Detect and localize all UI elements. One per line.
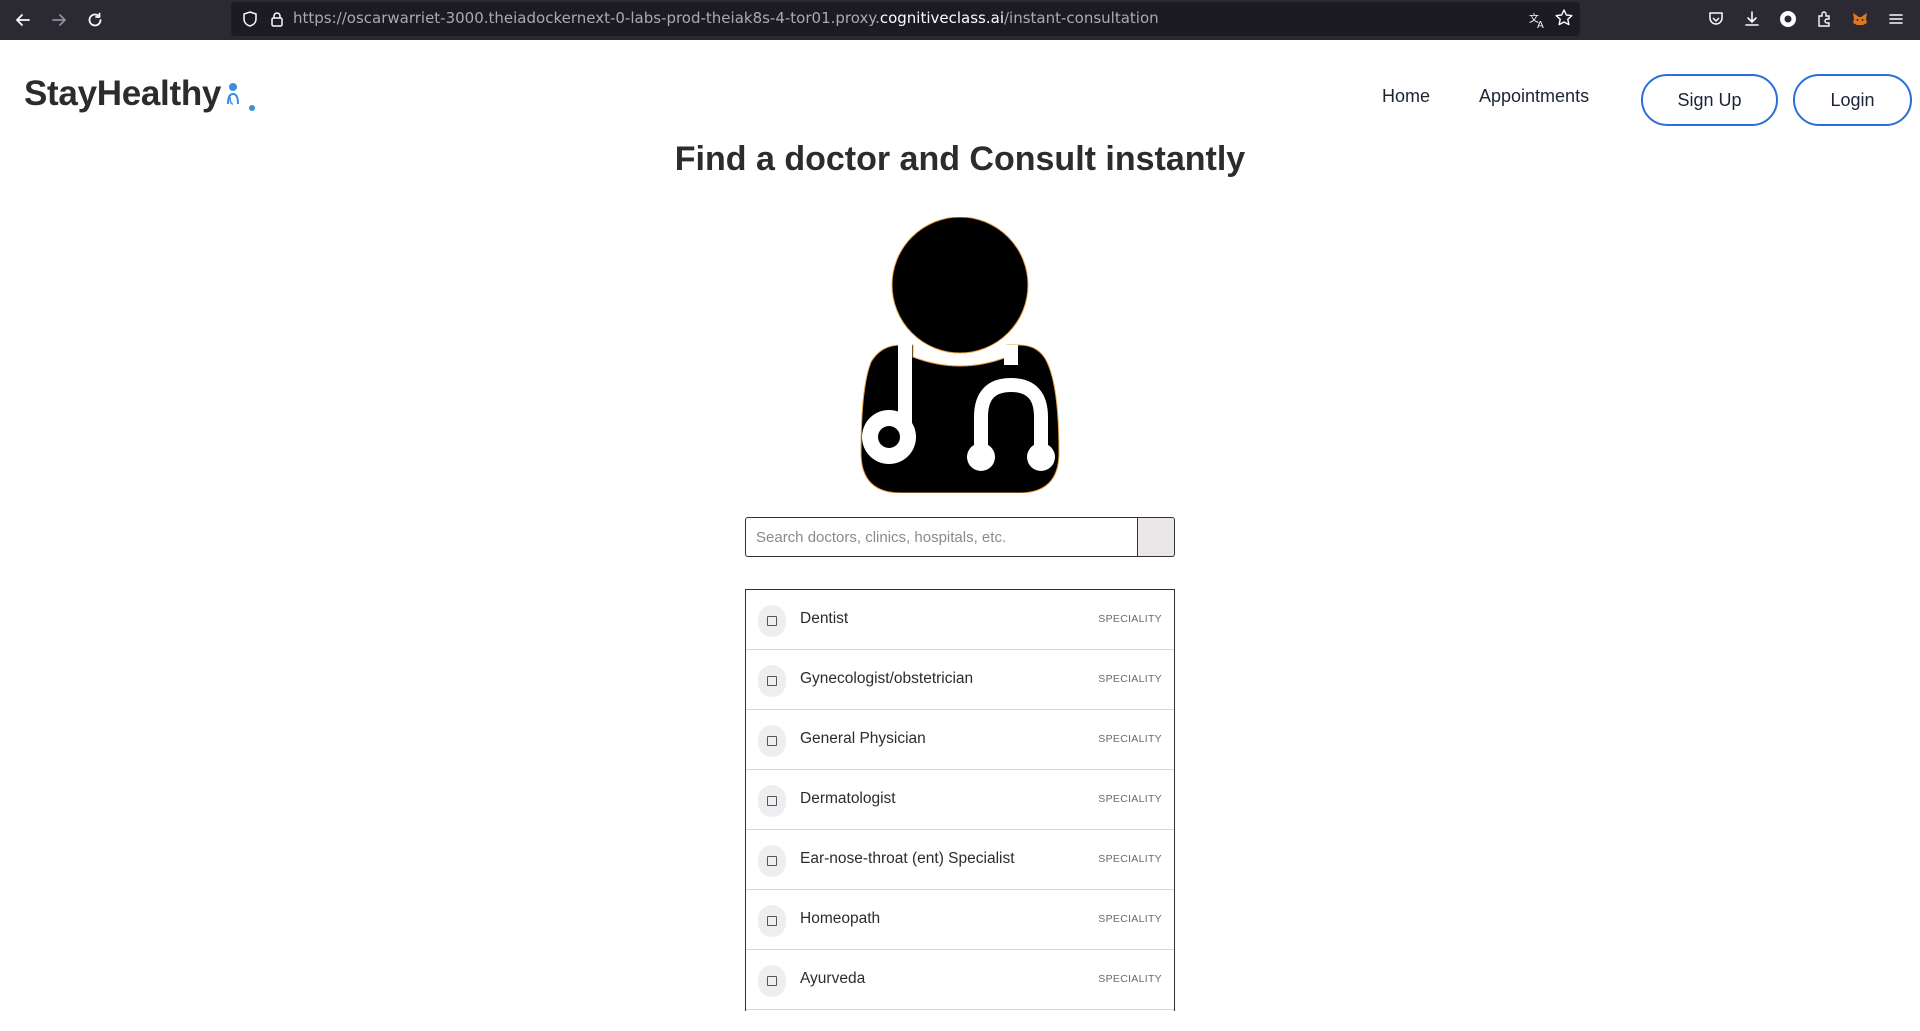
speciality-tag: SPECIALITY: [1098, 973, 1162, 985]
reload-icon[interactable]: [77, 2, 113, 38]
sign-up-button[interactable]: Sign Up: [1641, 74, 1778, 126]
menu-hamburger-icon[interactable]: [1886, 9, 1906, 29]
speciality-tag: SPECIALITY: [1098, 913, 1162, 925]
back-arrow-icon[interactable]: [5, 2, 41, 38]
address-bar[interactable]: https://oscarwarriet-3000.theiadockernex…: [231, 2, 1580, 36]
site-navbar: StayHealthy Home Appointments Sign Up Lo…: [0, 40, 1920, 150]
result-item-homeopath[interactable]: Homeopath SPECIALITY: [746, 890, 1174, 950]
result-item-ent-specialist[interactable]: Ear-nose-throat (ent) Specialist SPECIAL…: [746, 830, 1174, 890]
search-button[interactable]: [1138, 517, 1175, 557]
account-icon[interactable]: [1778, 9, 1798, 29]
pocket-icon[interactable]: [1706, 9, 1726, 29]
speciality-tag: SPECIALITY: [1098, 673, 1162, 685]
speciality-checkbox-icon: [758, 785, 786, 817]
url-host: cognitiveclass.ai: [879, 9, 1004, 27]
metamask-fox-icon[interactable]: [1850, 9, 1870, 29]
speciality-tag: SPECIALITY: [1098, 793, 1162, 805]
login-button[interactable]: Login: [1793, 74, 1912, 126]
url-text[interactable]: https://oscarwarriet-3000.theiadockernex…: [293, 9, 1159, 27]
speciality-tag: SPECIALITY: [1098, 733, 1162, 745]
translate-icon[interactable]: 文A: [1528, 10, 1548, 31]
result-item-general-physician[interactable]: General Physician SPECIALITY: [746, 710, 1174, 770]
result-item-ayurveda[interactable]: Ayurveda SPECIALITY: [746, 950, 1174, 1010]
result-label: Homeopath: [800, 910, 881, 927]
result-label: Ear-nose-throat (ent) Specialist: [800, 850, 1015, 867]
url-prefix: https://oscarwarriet-3000.theiadockernex…: [293, 9, 880, 27]
speciality-checkbox-icon: [758, 905, 786, 937]
result-item-dermatologist[interactable]: Dermatologist SPECIALITY: [746, 770, 1174, 830]
speciality-checkbox-icon: [758, 725, 786, 757]
download-icon[interactable]: [1742, 9, 1762, 29]
doctor-icon: [860, 217, 1060, 493]
lock-icon[interactable]: [268, 10, 286, 28]
result-label: General Physician: [800, 730, 926, 747]
result-label: Dentist: [800, 610, 849, 627]
result-item-gynecologist[interactable]: Gynecologist/obstetrician SPECIALITY: [746, 650, 1174, 710]
result-label: Ayurveda: [800, 970, 866, 987]
result-label: Dermatologist: [800, 790, 896, 807]
extensions-icon[interactable]: [1814, 9, 1834, 29]
logo-text[interactable]: StayHealthy: [24, 74, 221, 114]
speciality-checkbox-icon: [758, 965, 786, 997]
url-path: /instant-consultation: [1003, 9, 1159, 27]
speciality-checkbox-icon: [758, 605, 786, 637]
shield-icon[interactable]: [241, 10, 259, 28]
speciality-checkbox-icon: [758, 665, 786, 697]
browser-toolbar: https://oscarwarriet-3000.theiadockernex…: [0, 0, 1920, 40]
result-item-dentist[interactable]: Dentist SPECIALITY: [746, 590, 1174, 650]
search-bar: [745, 517, 1175, 557]
nav-link-appointments[interactable]: Appointments: [1479, 86, 1589, 107]
search-results-list: Dentist SPECIALITY Gynecologist/obstetri…: [745, 589, 1175, 1011]
nav-link-home[interactable]: Home: [1382, 86, 1430, 107]
svg-text:A: A: [1537, 20, 1544, 30]
speciality-tag: SPECIALITY: [1098, 853, 1162, 865]
search-input[interactable]: [745, 517, 1138, 557]
doctor-logo-icon: [227, 83, 255, 111]
speciality-tag: SPECIALITY: [1098, 613, 1162, 625]
page-heading: Find a doctor and Consult instantly: [674, 140, 1246, 178]
bookmark-star-icon[interactable]: [1554, 8, 1574, 28]
speciality-checkbox-icon: [758, 845, 786, 877]
result-label: Gynecologist/obstetrician: [800, 670, 974, 687]
forward-arrow-icon[interactable]: [41, 2, 77, 38]
